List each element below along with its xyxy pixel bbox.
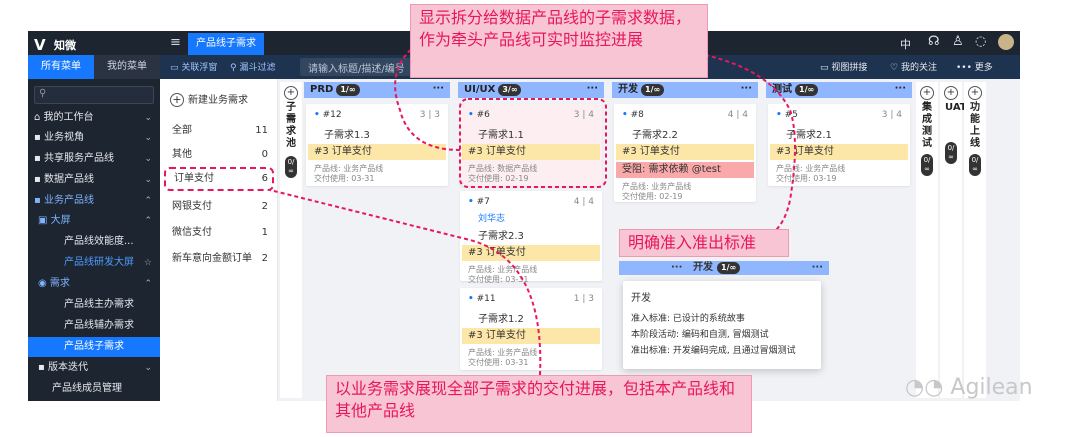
arrow-mid [704,54,796,236]
highlight-card-6 [459,98,607,188]
callout-top: 显示拆分给数据产品线的子需求数据，作为牵头产品线可实时监控进展 [410,4,708,78]
arrow-bottom [269,189,542,376]
callout-bottom: 以业务需求展现全部子需求的交付进展，包括本产品线和其他产品线 [326,375,752,433]
wechat-icon: ◔◔ [905,375,944,400]
callout-mid: 明确准入准出标准 [619,229,789,257]
watermark: ◔◔ Agilean [905,375,1033,400]
